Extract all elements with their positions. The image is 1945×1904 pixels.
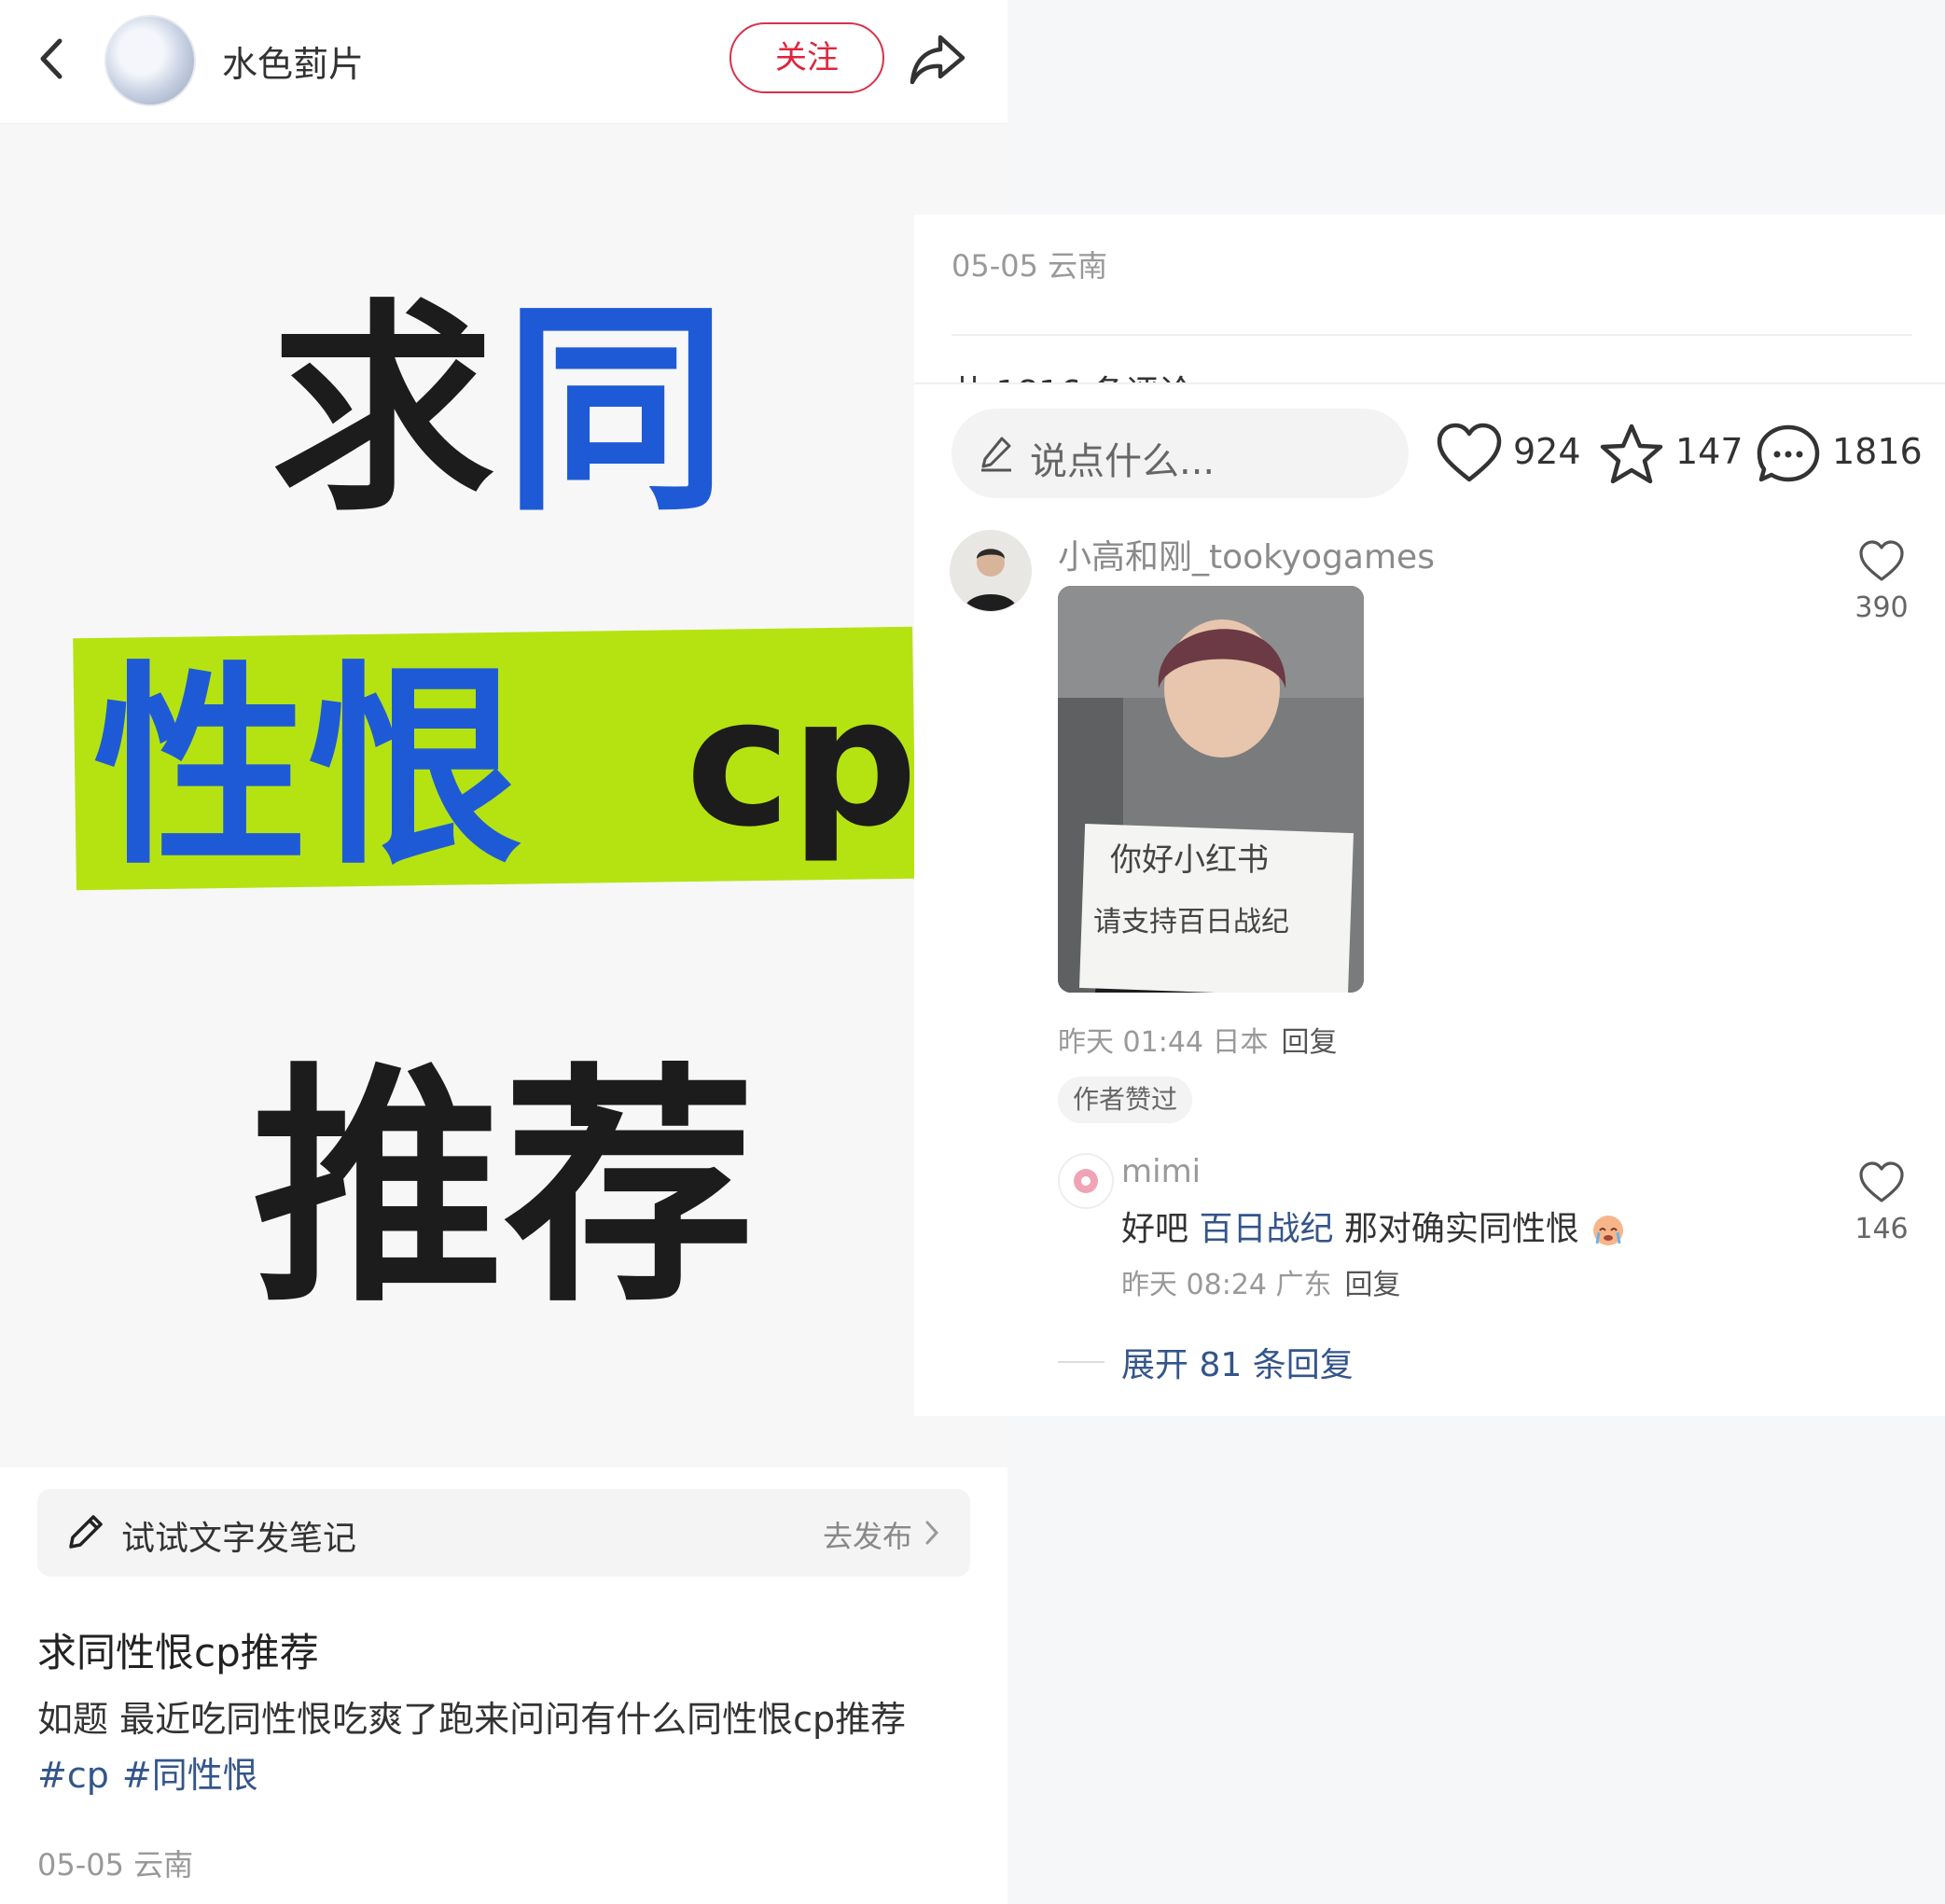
comment-button[interactable]: 1816: [1754, 422, 1923, 487]
reply-avatar[interactable]: [1058, 1153, 1114, 1209]
cover-text-tuijian: 推荐: [252, 1042, 756, 1336]
commenter-name[interactable]: 小高和刚_tookyogames: [1058, 530, 1435, 578]
cover-text-cp: cp: [686, 660, 918, 866]
comment-photo-sign-text: 请支持百日战纪: [1093, 906, 1289, 938]
note-header: 水色菿片 关注: [0, 0, 1007, 125]
heart-icon: [1437, 423, 1502, 482]
cover-text-xinghen: 性恨: [93, 645, 522, 894]
share-icon[interactable]: [907, 28, 968, 90]
reply-user-name[interactable]: mimi: [1121, 1153, 1201, 1190]
follow-button[interactable]: 关注: [729, 22, 884, 93]
comment-input-placeholder: 说点什么...: [1030, 440, 1216, 483]
note-date-location: 05-05 云南: [37, 1847, 194, 1883]
author-avatar[interactable]: [104, 15, 196, 106]
total-comments-label: 共 1816 条评论: [952, 354, 1325, 382]
comment-bubble-icon: [1757, 424, 1820, 482]
heart-icon: [1859, 540, 1904, 581]
reply-like-count: 146: [1855, 1213, 1909, 1245]
comments-card: 05-05 云南 共 1816 条评论 说点什么... 924 147: [914, 215, 1945, 1416]
star-icon: [1600, 424, 1663, 484]
reply-link[interactable]: 回复: [1282, 1026, 1338, 1059]
author-name[interactable]: 水色菿片: [222, 35, 364, 87]
comment-photo-sign-text: 你好小红书: [1110, 841, 1269, 879]
try-text-note-bar[interactable]: 试试文字发笔记 去发布: [37, 1489, 970, 1577]
expand-replies-button[interactable]: 展开 81 条回复: [1121, 1338, 1354, 1386]
comment-meta: 昨天 01:44 日本 回复: [1058, 1019, 1338, 1060]
search-keyword-link[interactable]: 百日战纪: [1199, 1210, 1333, 1248]
collect-count: 147: [1675, 431, 1744, 472]
comment-photo[interactable]: 你好小红书 请支持百日战纪: [1058, 586, 1364, 993]
divider: [1058, 1361, 1104, 1363]
cover-text-tong: 同: [504, 280, 728, 541]
collect-button[interactable]: 147: [1597, 422, 1744, 487]
try-bar-publish-link[interactable]: 去发布: [823, 1513, 912, 1556]
divider: [952, 334, 1912, 336]
chevron-right-icon: [925, 1521, 939, 1545]
reply-link[interactable]: 回复: [1345, 1269, 1401, 1301]
note-title: 求同性恨cp推荐: [37, 1630, 319, 1675]
note-panel: 水色菿片 关注 求 同 性恨 cp 推荐 试试文字发笔记 去发布 求同性恨cp推…: [0, 0, 1007, 1904]
note-body: 如题 最近吃同性恨吃爽了跑来问问有什么同性恨cp推荐: [37, 1699, 907, 1740]
back-arrow-icon[interactable]: [32, 28, 76, 90]
divider: [914, 382, 1945, 384]
like-button[interactable]: 924: [1435, 422, 1584, 487]
reply-meta: 昨天 08:24 广东 回复: [1121, 1261, 1401, 1302]
tag-link[interactable]: #cp: [37, 1755, 109, 1796]
comments-panel: 05-05 云南 共 1816 条评论 说点什么... 924 147: [914, 0, 1945, 1904]
try-bar-label: 试试文字发笔记: [121, 1520, 357, 1558]
heart-icon: [1859, 1161, 1904, 1202]
commenter-avatar[interactable]: [950, 530, 1032, 612]
note-tags: #cp #同性恨: [37, 1746, 271, 1798]
reply-like-button[interactable]: 146: [1849, 1160, 1914, 1245]
author-liked-badge: 作者赞过: [1058, 1077, 1193, 1123]
reply-time-location: 昨天 08:24 广东: [1121, 1269, 1332, 1301]
comment-like-count: 390: [1855, 591, 1909, 624]
comment-time-location: 昨天 01:44 日本: [1058, 1026, 1269, 1059]
note-cover-image[interactable]: 求 同 性恨 cp 推荐: [0, 124, 1007, 1467]
like-count: 924: [1513, 431, 1581, 472]
crying-emoji-icon: [1593, 1216, 1624, 1245]
reply-text: 好吧 百日战纪 那对确实同性恨: [1121, 1202, 1627, 1250]
comment-count: 1816: [1832, 431, 1923, 472]
pencil-icon: [981, 437, 1011, 472]
tag-link[interactable]: #同性恨: [122, 1755, 258, 1796]
cover-text-qiu: 求: [271, 280, 494, 541]
pencil-icon: [69, 1515, 103, 1549]
post-date-location: 05-05 云南: [952, 248, 1108, 284]
comment-like-button[interactable]: 390: [1849, 539, 1914, 624]
comment-input[interactable]: 说点什么...: [952, 409, 1409, 498]
